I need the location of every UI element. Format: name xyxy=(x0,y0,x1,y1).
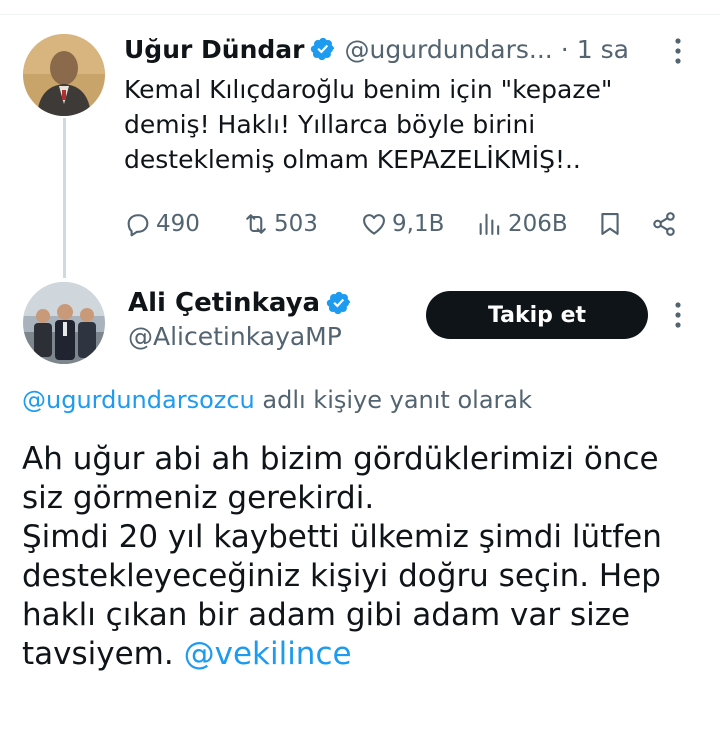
tweet-text-line: Kemal Kılıçdaroğlu benim için "kepaze" xyxy=(124,75,613,104)
retweet-button[interactable]: 503 xyxy=(242,204,318,244)
views-icon xyxy=(479,213,500,235)
author-name[interactable]: Uğur Dündar xyxy=(124,35,304,64)
reply-icon xyxy=(127,214,149,237)
tweet-actions: 490 503 9,1B 206B xyxy=(124,204,688,244)
reply-text-line: Ah uğur abi ah bizim gördüklerimizi önce xyxy=(22,441,659,477)
tweet-header: Uğur Dündar @ugurdundars... · 1 sa xyxy=(124,28,629,70)
more-icon[interactable] xyxy=(670,300,686,330)
mention-link[interactable]: @vekilince xyxy=(184,636,352,672)
reply-text-line: Şimdi 20 yıl kaybetti ülkemiz şimdi lütf… xyxy=(22,519,662,555)
views-count: 206B xyxy=(508,211,568,237)
avatar-ali-cetinkaya[interactable] xyxy=(23,282,105,364)
replying-to-label: @ugurdundarsozcu adlı kişiye yanıt olara… xyxy=(22,386,532,414)
heart-icon xyxy=(363,214,385,235)
verified-badge-icon xyxy=(310,36,336,62)
like-count: 9,1B xyxy=(392,211,445,237)
reply-text-line: siz görmeniz gerekirdi. xyxy=(22,480,375,516)
share-button[interactable] xyxy=(650,204,682,244)
reply-header: Ali Çetinkaya @AlicetinkayaMP xyxy=(128,286,352,351)
reply-button[interactable]: 490 xyxy=(124,204,200,244)
replying-to-mention[interactable]: @ugurdundarsozcu xyxy=(22,386,255,414)
avatar-ugur-dundar[interactable] xyxy=(23,34,105,116)
reply-text-fragment: tavsiyem. xyxy=(22,636,184,672)
tweet-text: Kemal Kılıçdaroğlu benim için "kepaze" d… xyxy=(124,72,684,177)
author-handle[interactable]: @ugurdundars... xyxy=(344,35,552,64)
reply-text-line: haklı çıkan bir adam gibi adam var size xyxy=(22,597,631,633)
bookmark-button[interactable] xyxy=(596,204,628,244)
top-divider xyxy=(0,0,720,15)
reply-text-line: destekleyeceğiniz kişiyi doğru seçin. He… xyxy=(22,558,661,594)
reply-count: 490 xyxy=(156,211,200,237)
like-button[interactable]: 9,1B xyxy=(360,204,444,244)
bookmark-icon xyxy=(601,213,619,235)
separator-dot: · xyxy=(560,34,569,64)
more-icon[interactable] xyxy=(670,36,686,66)
retweet-count: 503 xyxy=(274,211,318,237)
reply-author-name[interactable]: Ali Çetinkaya xyxy=(128,288,320,318)
follow-button[interactable]: Takip et xyxy=(426,291,648,339)
retweet-icon xyxy=(246,214,266,234)
reply-author-handle[interactable]: @AlicetinkayaMP xyxy=(128,322,352,351)
share-icon xyxy=(653,212,675,236)
tweet-text-line: desteklemiş olmam KEPAZELİKMİŞ!.. xyxy=(124,145,581,174)
verified-badge-icon xyxy=(326,290,352,316)
reply-text-line-last: tavsiyem. @vekilince xyxy=(22,635,712,674)
replying-to-text: adlı kişiye yanıt olarak xyxy=(254,386,532,414)
tweet-text-line: demiş! Haklı! Yıllarca böyle birini xyxy=(124,110,536,139)
reply-text: Ah uğur abi ah bizim gördüklerimizi önce… xyxy=(22,440,712,674)
tweet-timestamp[interactable]: 1 sa xyxy=(577,35,629,64)
views-button[interactable]: 206B xyxy=(476,204,568,244)
thread-connector-line xyxy=(63,118,66,278)
